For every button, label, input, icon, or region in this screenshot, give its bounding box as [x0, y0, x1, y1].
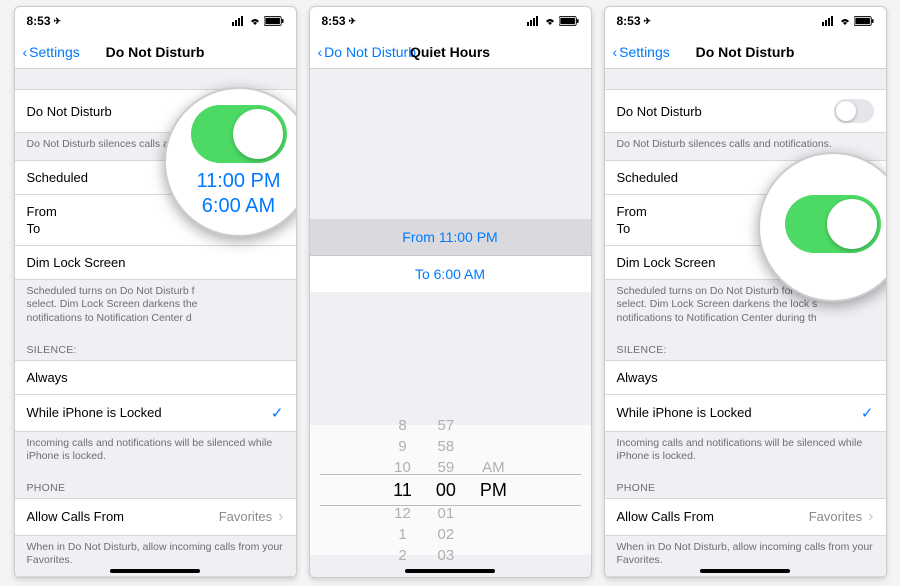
status-bar: 8:53✈	[310, 7, 591, 35]
nav-bar: ‹Settings Do Not Disturb	[15, 35, 296, 69]
checkmark-icon: ✓	[271, 404, 284, 422]
dnd-label: Do Not Disturb	[27, 104, 112, 119]
silence-locked-row[interactable]: While iPhone is Locked ✓	[15, 395, 296, 432]
screen-quiet-hours: 8:53✈ ‹Do Not Disturb Quiet Hours From 1…	[309, 6, 592, 578]
silence-header: SILENCE:	[605, 334, 886, 360]
scheduled-toggle-zoom	[191, 105, 287, 163]
status-icons	[822, 16, 874, 26]
home-indicator[interactable]	[110, 569, 200, 573]
dnd-toggle[interactable]	[834, 99, 874, 123]
dim-lock-screen-row[interactable]: Dim Lock Screen	[15, 246, 296, 280]
wifi-icon	[249, 16, 261, 26]
repeated-calls-row[interactable]: Repeated Calls	[15, 576, 296, 577]
allow-calls-row[interactable]: Allow Calls From Favorites›	[605, 498, 886, 536]
repeated-calls-row[interactable]: Repeated Calls	[605, 576, 886, 577]
zoom-from-time: 11:00 PM	[196, 169, 280, 194]
time-picker[interactable]: 8 9 10 11 12 1 2 57 58 59 00 01 02 03 AM…	[310, 425, 591, 555]
status-icons	[527, 16, 579, 26]
chevron-right-icon: ›	[278, 508, 283, 526]
silence-always-row[interactable]: Always	[15, 360, 296, 395]
phone-header: PHONE	[15, 472, 296, 498]
status-bar: 8:53✈	[605, 7, 886, 35]
location-icon: ✈	[349, 16, 357, 27]
silence-header: SILENCE:	[15, 334, 296, 360]
quiet-from-row[interactable]: From 11:00 PM	[310, 219, 591, 255]
silence-note: Incoming calls and notifications will be…	[15, 432, 296, 472]
checkmark-icon: ✓	[861, 404, 874, 422]
chevron-left-icon: ‹	[613, 44, 618, 60]
zoom-to-time: 6:00 AM	[202, 194, 275, 219]
dnd-toggle-row[interactable]: Do Not Disturb	[605, 89, 886, 133]
location-icon: ✈	[644, 16, 652, 27]
chevron-right-icon: ›	[868, 508, 873, 526]
dim-toggle-zoom	[785, 195, 881, 253]
allow-calls-row[interactable]: Allow Calls From Favorites›	[15, 498, 296, 536]
silence-locked-row[interactable]: While iPhone is Locked ✓	[605, 395, 886, 432]
status-bar: 8:53✈	[15, 7, 296, 35]
back-button[interactable]: ‹Do Not Disturb	[318, 44, 416, 60]
screen-dnd-settings-1: 8:53✈ ‹Settings Do Not Disturb Do Not Di…	[14, 6, 297, 578]
nav-bar: ‹Settings Do Not Disturb	[605, 35, 886, 69]
status-time: 8:53	[27, 14, 51, 28]
quiet-to-row[interactable]: To 6:00 AM	[310, 255, 591, 292]
location-icon: ✈	[54, 16, 62, 27]
phone-header: PHONE	[605, 472, 886, 498]
status-icons	[232, 16, 284, 26]
chevron-left-icon: ‹	[23, 44, 28, 60]
home-indicator[interactable]	[700, 569, 790, 573]
silence-always-row[interactable]: Always	[605, 360, 886, 395]
chevron-left-icon: ‹	[318, 44, 323, 60]
home-indicator[interactable]	[405, 569, 495, 573]
dim-note: Scheduled turns on Do Not Disturb f sele…	[15, 280, 296, 334]
back-button[interactable]: ‹Settings	[23, 44, 80, 60]
back-button[interactable]: ‹Settings	[613, 44, 670, 60]
nav-bar: ‹Do Not Disturb Quiet Hours	[310, 35, 591, 69]
screen-dnd-settings-2: 8:53✈ ‹Settings Do Not Disturb Do Not Di…	[604, 6, 887, 578]
silence-note: Incoming calls and notifications will be…	[605, 432, 886, 472]
